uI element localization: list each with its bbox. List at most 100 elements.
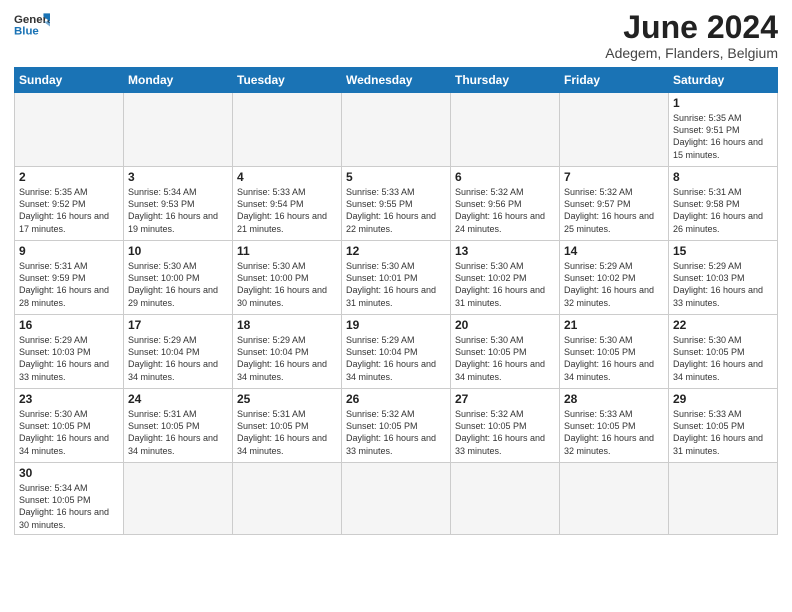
day-info: Sunrise: 5:29 AM Sunset: 10:02 PM Daylig…	[564, 260, 664, 309]
col-tuesday: Tuesday	[233, 68, 342, 93]
day-info: Sunrise: 5:31 AM Sunset: 9:58 PM Dayligh…	[673, 186, 773, 235]
day-info: Sunrise: 5:30 AM Sunset: 10:05 PM Daylig…	[673, 334, 773, 383]
table-row: 27 Sunrise: 5:32 AM Sunset: 10:05 PM Dayl…	[451, 389, 560, 463]
day-number: 23	[19, 392, 119, 406]
day-number: 29	[673, 392, 773, 406]
table-row: 4 Sunrise: 5:33 AM Sunset: 9:54 PM Daylig…	[233, 167, 342, 241]
day-number: 25	[237, 392, 337, 406]
day-number: 18	[237, 318, 337, 332]
generalblue-logo-icon: General Blue	[14, 10, 50, 38]
day-info: Sunrise: 5:32 AM Sunset: 9:57 PM Dayligh…	[564, 186, 664, 235]
header: General Blue June 2024 Adegem, Flanders,…	[14, 10, 778, 61]
table-row: 20 Sunrise: 5:30 AM Sunset: 10:05 PM Dayl…	[451, 315, 560, 389]
day-info: Sunrise: 5:30 AM Sunset: 10:00 PM Daylig…	[237, 260, 337, 309]
day-info: Sunrise: 5:30 AM Sunset: 10:05 PM Daylig…	[455, 334, 555, 383]
calendar-week-row: 30 Sunrise: 5:34 AM Sunset: 10:05 PM Dayl…	[15, 463, 778, 535]
table-row	[560, 463, 669, 535]
location-subtitle: Adegem, Flanders, Belgium	[605, 45, 778, 61]
table-row: 24 Sunrise: 5:31 AM Sunset: 10:05 PM Dayl…	[124, 389, 233, 463]
table-row: 16 Sunrise: 5:29 AM Sunset: 10:03 PM Dayl…	[15, 315, 124, 389]
day-info: Sunrise: 5:30 AM Sunset: 10:00 PM Daylig…	[128, 260, 228, 309]
table-row: 17 Sunrise: 5:29 AM Sunset: 10:04 PM Dayl…	[124, 315, 233, 389]
table-row: 3Sunrise: 5:34 AM Sunset: 9:53 PM Daylig…	[124, 167, 233, 241]
calendar-header-row: Sunday Monday Tuesday Wednesday Thursday…	[15, 68, 778, 93]
col-monday: Monday	[124, 68, 233, 93]
day-info: Sunrise: 5:29 AM Sunset: 10:04 PM Daylig…	[346, 334, 446, 383]
table-row: 11Sunrise: 5:30 AM Sunset: 10:00 PM Dayl…	[233, 241, 342, 315]
day-number: 22	[673, 318, 773, 332]
table-row: 19 Sunrise: 5:29 AM Sunset: 10:04 PM Dayl…	[342, 315, 451, 389]
calendar-week-row: 16 Sunrise: 5:29 AM Sunset: 10:03 PM Dayl…	[15, 315, 778, 389]
table-row: 26 Sunrise: 5:32 AM Sunset: 10:05 PM Dayl…	[342, 389, 451, 463]
table-row: 12Sunrise: 5:30 AM Sunset: 10:01 PM Dayl…	[342, 241, 451, 315]
day-number: 8	[673, 170, 773, 184]
table-row: 25 Sunrise: 5:31 AM Sunset: 10:05 PM Dayl…	[233, 389, 342, 463]
table-row	[233, 93, 342, 167]
day-number: 16	[19, 318, 119, 332]
table-row	[15, 93, 124, 167]
day-number: 24	[128, 392, 228, 406]
day-number: 19	[346, 318, 446, 332]
day-number: 9	[19, 244, 119, 258]
table-row	[124, 463, 233, 535]
day-info: Sunrise: 5:34 AM Sunset: 9:53 PM Dayligh…	[128, 186, 228, 235]
table-row: 9 Sunrise: 5:31 AM Sunset: 9:59 PM Daylig…	[15, 241, 124, 315]
day-number: 26	[346, 392, 446, 406]
day-number: 17	[128, 318, 228, 332]
day-info: Sunrise: 5:35 AM Sunset: 9:51 PM Dayligh…	[673, 112, 773, 161]
day-number: 7	[564, 170, 664, 184]
logo: General Blue	[14, 10, 50, 38]
day-number: 30	[19, 466, 119, 480]
calendar-week-row: 9 Sunrise: 5:31 AM Sunset: 9:59 PM Daylig…	[15, 241, 778, 315]
calendar-week-row: 2Sunrise: 5:35 AM Sunset: 9:52 PM Daylig…	[15, 167, 778, 241]
day-info: Sunrise: 5:30 AM Sunset: 10:05 PM Daylig…	[19, 408, 119, 457]
table-row: 29 Sunrise: 5:33 AM Sunset: 10:05 PM Dayl…	[669, 389, 778, 463]
day-info: Sunrise: 5:31 AM Sunset: 10:05 PM Daylig…	[237, 408, 337, 457]
table-row: 2Sunrise: 5:35 AM Sunset: 9:52 PM Daylig…	[15, 167, 124, 241]
table-row: 15Sunrise: 5:29 AM Sunset: 10:03 PM Dayl…	[669, 241, 778, 315]
day-info: Sunrise: 5:30 AM Sunset: 10:02 PM Daylig…	[455, 260, 555, 309]
day-number: 5	[346, 170, 446, 184]
day-number: 13	[455, 244, 555, 258]
table-row	[669, 463, 778, 535]
day-info: Sunrise: 5:34 AM Sunset: 10:05 PM Daylig…	[19, 482, 119, 531]
title-block: June 2024 Adegem, Flanders, Belgium	[605, 10, 778, 61]
day-info: Sunrise: 5:33 AM Sunset: 10:05 PM Daylig…	[564, 408, 664, 457]
page: General Blue June 2024 Adegem, Flanders,…	[0, 0, 792, 545]
day-info: Sunrise: 5:33 AM Sunset: 9:54 PM Dayligh…	[237, 186, 337, 235]
table-row: 21Sunrise: 5:30 AM Sunset: 10:05 PM Dayl…	[560, 315, 669, 389]
day-info: Sunrise: 5:31 AM Sunset: 9:59 PM Dayligh…	[19, 260, 119, 309]
col-sunday: Sunday	[15, 68, 124, 93]
col-friday: Friday	[560, 68, 669, 93]
calendar-body: 1 Sunrise: 5:35 AM Sunset: 9:51 PM Daylig…	[15, 93, 778, 535]
table-row: 14Sunrise: 5:29 AM Sunset: 10:02 PM Dayl…	[560, 241, 669, 315]
day-info: Sunrise: 5:29 AM Sunset: 10:04 PM Daylig…	[237, 334, 337, 383]
day-number: 20	[455, 318, 555, 332]
day-info: Sunrise: 5:33 AM Sunset: 9:55 PM Dayligh…	[346, 186, 446, 235]
day-info: Sunrise: 5:31 AM Sunset: 10:05 PM Daylig…	[128, 408, 228, 457]
table-row	[451, 93, 560, 167]
day-info: Sunrise: 5:29 AM Sunset: 10:04 PM Daylig…	[128, 334, 228, 383]
table-row	[451, 463, 560, 535]
svg-text:Blue: Blue	[14, 26, 39, 38]
day-info: Sunrise: 5:35 AM Sunset: 9:52 PM Dayligh…	[19, 186, 119, 235]
day-number: 1	[673, 96, 773, 110]
table-row	[342, 463, 451, 535]
table-row: 13 Sunrise: 5:30 AM Sunset: 10:02 PM Dayl…	[451, 241, 560, 315]
table-row: 10Sunrise: 5:30 AM Sunset: 10:00 PM Dayl…	[124, 241, 233, 315]
col-thursday: Thursday	[451, 68, 560, 93]
calendar-week-row: 23 Sunrise: 5:30 AM Sunset: 10:05 PM Dayl…	[15, 389, 778, 463]
col-wednesday: Wednesday	[342, 68, 451, 93]
day-info: Sunrise: 5:32 AM Sunset: 10:05 PM Daylig…	[455, 408, 555, 457]
table-row	[560, 93, 669, 167]
day-info: Sunrise: 5:29 AM Sunset: 10:03 PM Daylig…	[673, 260, 773, 309]
table-row: 28Sunrise: 5:33 AM Sunset: 10:05 PM Dayl…	[560, 389, 669, 463]
day-number: 27	[455, 392, 555, 406]
table-row: 6Sunrise: 5:32 AM Sunset: 9:56 PM Daylig…	[451, 167, 560, 241]
day-info: Sunrise: 5:29 AM Sunset: 10:03 PM Daylig…	[19, 334, 119, 383]
table-row: 22 Sunrise: 5:30 AM Sunset: 10:05 PM Dayl…	[669, 315, 778, 389]
day-info: Sunrise: 5:32 AM Sunset: 10:05 PM Daylig…	[346, 408, 446, 457]
day-number: 4	[237, 170, 337, 184]
day-info: Sunrise: 5:33 AM Sunset: 10:05 PM Daylig…	[673, 408, 773, 457]
calendar-week-row: 1 Sunrise: 5:35 AM Sunset: 9:51 PM Daylig…	[15, 93, 778, 167]
